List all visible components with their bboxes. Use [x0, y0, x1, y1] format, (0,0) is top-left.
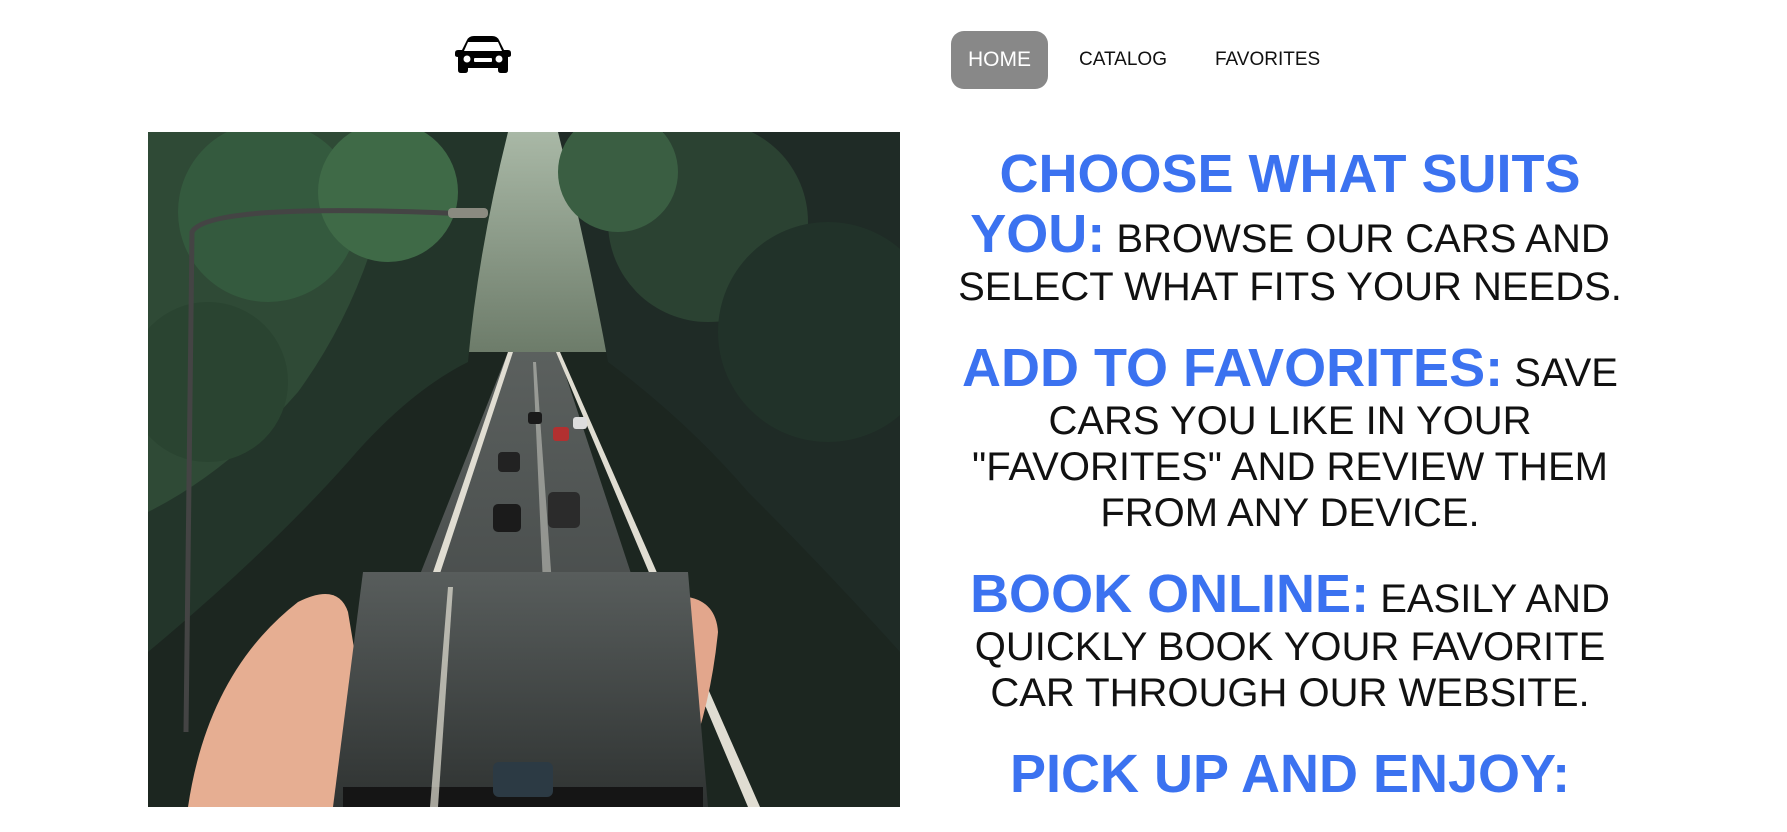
- feature-title: PICK UP AND ENJOY:: [1009, 744, 1571, 804]
- feature-item: PICK UP AND ENJOY:: [930, 744, 1650, 804]
- hero-image: [148, 132, 900, 807]
- nav-home[interactable]: HOME: [951, 31, 1048, 89]
- feature-title: BOOK ONLINE:: [970, 564, 1370, 624]
- main-nav: HOME CATALOG FAVORITES: [951, 31, 1351, 89]
- nav-favorites[interactable]: FAVORITES: [1198, 31, 1337, 89]
- feature-item: ADD TO FAVORITES: SAVE CARS YOU LIKE IN …: [930, 338, 1650, 536]
- site-header: HOME CATALOG FAVORITES: [0, 0, 1787, 116]
- feature-item: BOOK ONLINE: EASILY AND QUICKLY BOOK YOU…: [930, 564, 1650, 716]
- features-list: CHOOSE WHAT SUITS YOU: BROWSE OUR CARS A…: [930, 144, 1650, 832]
- feature-title: ADD TO FAVORITES:: [962, 338, 1504, 398]
- feature-item: CHOOSE WHAT SUITS YOU: BROWSE OUR CARS A…: [930, 144, 1650, 310]
- car-icon[interactable]: [454, 34, 512, 78]
- nav-catalog[interactable]: CATALOG: [1062, 31, 1184, 89]
